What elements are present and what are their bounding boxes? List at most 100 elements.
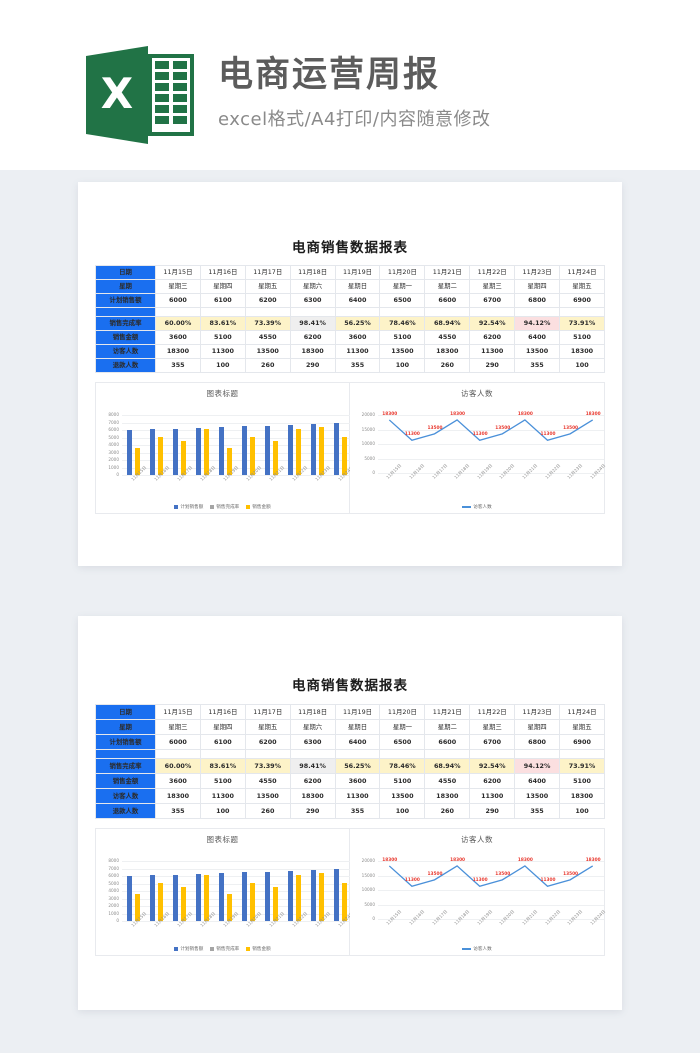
table-cell: 73.39% [244,758,291,774]
table-row: 退款人数 355 100 260 290 355 100 260 290 355 100 [95,803,605,819]
legend-swatch-amount-icon [246,505,251,509]
bar-chart-panel: 图表标题 8000 7000 6000 5000 4000 3000 2000 1000 0 11… [95,382,354,514]
table-cell: 18300 [289,788,336,804]
gridline [122,891,352,892]
legend-swatch-amount-icon [246,947,251,951]
table-cell: 星期六 [289,279,336,294]
legend-item-visitors: 访客人数 [462,504,492,510]
table-cell: 5100 [379,773,426,789]
table-spacer-row [95,307,605,317]
table-cell [199,307,246,317]
bar-chart-plot: 8000 7000 6000 5000 4000 3000 2000 1000 0 11月15日 1… [96,845,353,957]
table-cell [379,749,426,759]
brand-block: 电商运营周报 excel格式/A4打印/内容随意修改 [218,52,490,132]
charts-row: 图表标题 8000 7000 6000 5000 4000 3000 2000 1000 0 11… [78,382,622,514]
table-cell: 星期四 [514,719,561,735]
table-row: 访客人数 18300 11300 13500 18300 11300 13500 18300 1… [95,788,605,804]
line-chart-panel: 访客人数 20000 15000 10000 5000 0 18300 11月15日 1130… [350,828,606,957]
legend-item-plan: 计划销售额 [174,504,203,510]
data-label: 11300 [472,432,488,438]
table-cell: 6700 [469,293,516,308]
report-table: 日期 11月15日 11月16日 11月17日 11月18日 11月19日 11月20日 11… [95,704,605,819]
line-chart-plot: 20000 15000 10000 5000 0 18300 11月15日 11300 11月1… [350,845,606,957]
table-cell: 98.41% [289,758,336,774]
table-cell [244,749,291,759]
data-label: 18300 [585,857,601,863]
bar-plan [311,424,317,475]
table-cell: 11月19日 [334,265,381,280]
table-cell: 6300 [289,293,336,308]
table-cell [244,307,291,317]
table-cell: 13500 [514,788,561,804]
table-cell: 11月15日 [155,704,201,720]
table-cell: 6500 [379,293,426,308]
table-row: 日期 11月15日 11月16日 11月17日 11月18日 11月19日 11月20日 11… [95,265,605,280]
gridline [122,430,352,431]
legend-swatch-plan-icon [174,947,179,951]
table-cell: 6600 [424,293,471,308]
table-cell: 星期一 [379,719,426,735]
table-row-header: 退款人数 [95,803,156,819]
table-cell: 6200 [244,293,291,308]
gridline [122,437,352,439]
table-row: 日期 11月15日 11月16日 11月17日 11月18日 11月19日 11月20日 11… [95,704,605,720]
table-cell: 4550 [424,330,471,345]
table-cell: 13500 [244,344,291,359]
table-cell: 星期四 [199,279,246,294]
data-label: 18300 [450,857,466,863]
table-cell: 11300 [199,788,246,804]
gridline [122,868,352,870]
y-axis-tick-label: 0 [116,918,119,923]
legend-label-amount: 销售金额 [252,947,271,952]
table-row-header: 日期 [95,704,156,720]
table-row-header: 访客人数 [95,344,156,359]
bar-plan [265,425,271,475]
table-cell: 6000 [155,293,201,308]
table-cell: 6400 [334,293,381,308]
table-cell: 星期三 [155,279,201,294]
table-row: 销售完成率 60.00% 83.61% 73.39% 98.41% 56.25% 78.46… [95,316,605,331]
line-chart-legend: 访客人数 [350,504,604,510]
excel-logo-icon: X [86,46,198,144]
table-cell: 11月21日 [424,265,471,280]
table-cell: 100 [379,803,426,819]
report-table-body: 日期 11月15日 11月16日 11月17日 11月18日 11月19日 11月20日 11… [95,265,605,373]
table-cell: 5100 [199,773,246,789]
table-cell: 98.41% [289,316,336,331]
y-axis-tick-label: 4000 [108,888,119,893]
table-row-header: 日期 [95,265,156,280]
bar-plan [311,870,317,921]
y-axis-tick-label: 4000 [108,442,119,447]
y-axis-tick-label: 5000 [108,434,119,440]
bar-plan [242,426,248,475]
table-cell: 6200 [469,330,516,345]
table-cell: 6400 [334,734,381,750]
legend-swatch-plan-icon [174,505,179,509]
table-cell: 5100 [379,330,426,345]
data-label: 11300 [540,432,556,438]
table-cell: 290 [469,358,516,373]
table-cell: 6100 [199,293,246,308]
table-cell: 11月23日 [514,265,561,280]
table-cell: 6600 [424,734,471,750]
legend-item-rate: 销售完成率 [210,504,239,510]
table-cell: 星期四 [514,279,561,294]
table-cell: 4550 [244,773,291,789]
legend-item-plan: 计划销售额 [174,946,203,952]
table-cell: 星期四 [199,719,246,735]
table-cell: 4550 [244,330,291,345]
bar-plan [196,873,202,921]
table-cell [155,307,201,317]
table-cell: 92.54% [469,316,516,331]
page-subtitle: excel格式/A4打印/内容随意修改 [218,109,491,130]
table-cell: 73.91% [559,316,605,331]
data-label: 11300 [540,878,556,884]
legend-label-visitors: 访客人数 [473,947,492,952]
table-cell: 11300 [469,788,516,804]
table-cell: 68.94% [424,316,471,331]
table-cell: 11月24日 [559,265,605,280]
table-cell: 星期一 [379,279,426,294]
table-cell: 6200 [469,773,516,789]
table-row: 销售完成率 60.00% 83.61% 73.39% 98.41% 56.25% 78.46… [95,758,605,774]
table-cell: 11月18日 [289,704,336,720]
